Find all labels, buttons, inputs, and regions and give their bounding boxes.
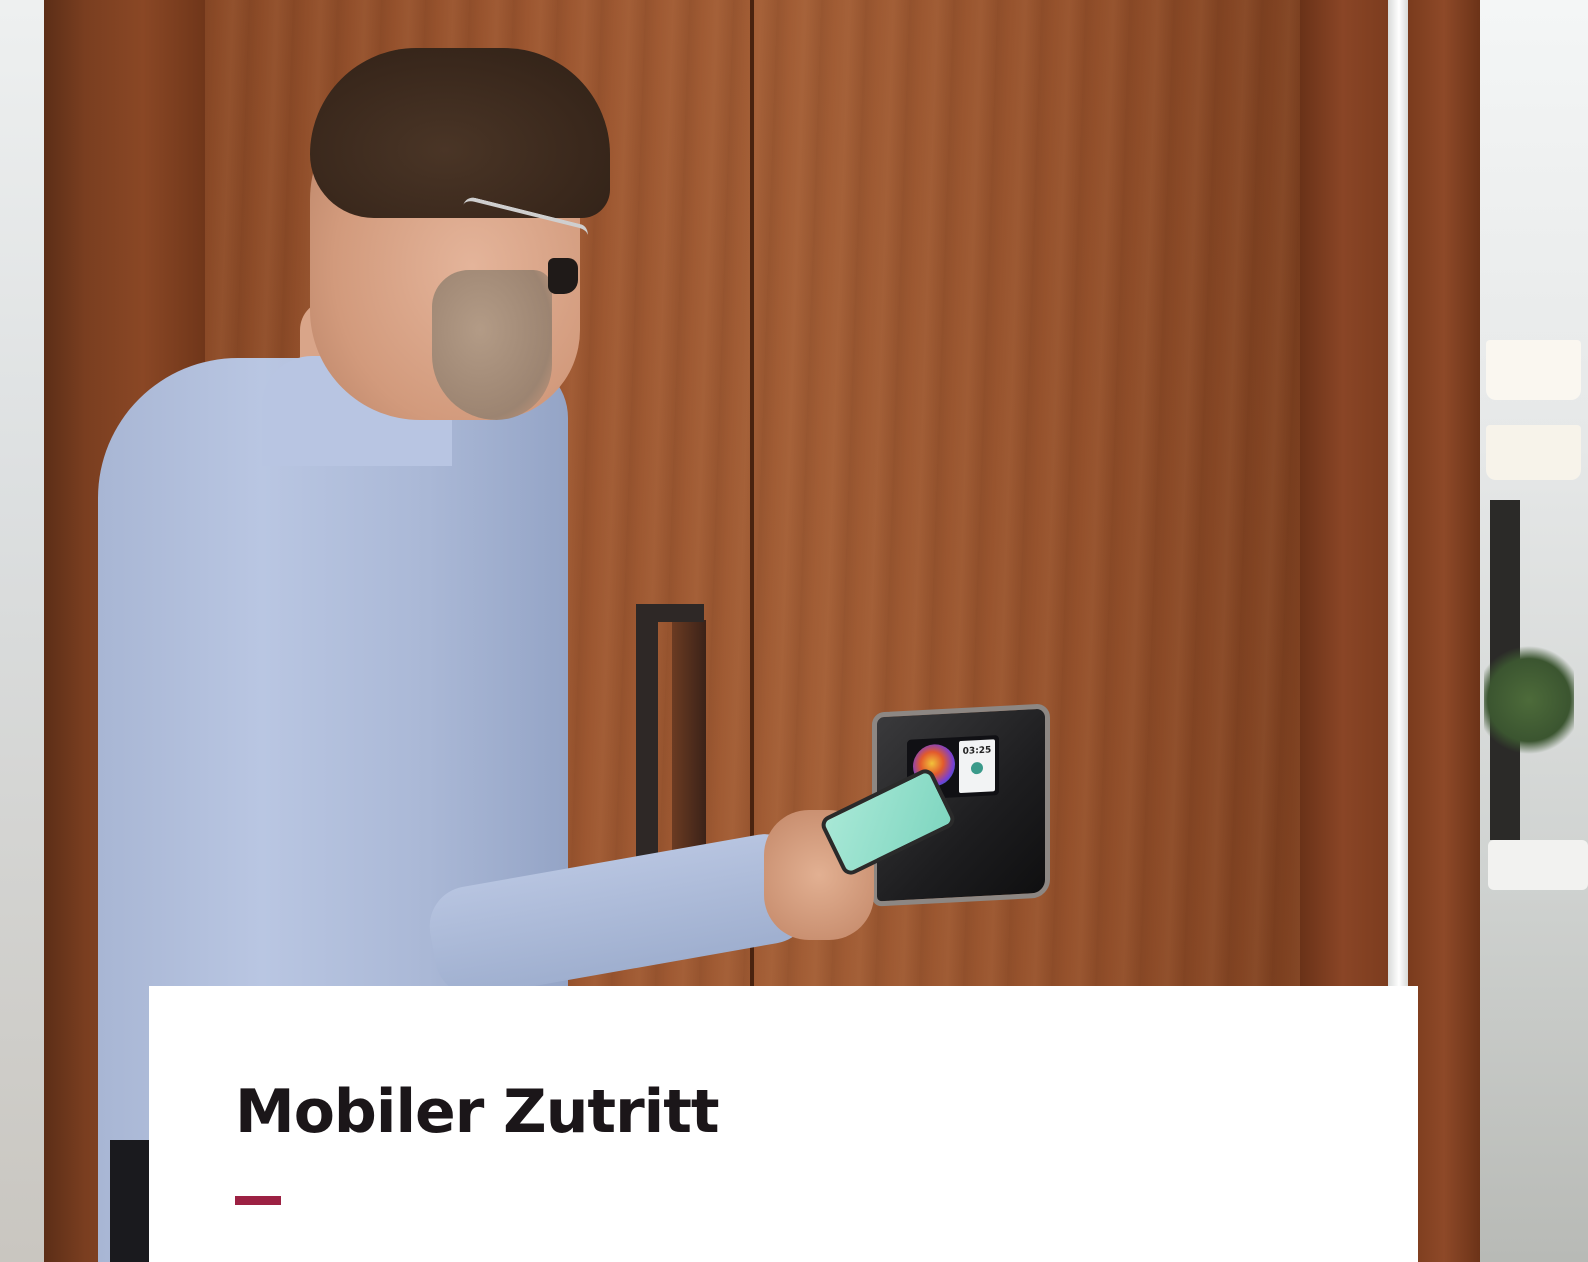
background-office-right [1478,0,1588,1262]
pendant-lamp-lower [1486,425,1581,480]
hero-photo: 03:25 Mobiler Zutritt [0,0,1588,1262]
caption-card: Mobiler Zutritt [149,986,1418,1262]
glasses-lens [548,258,578,294]
door-frame-far-right [1408,0,1480,1262]
reader-status-panel: 03:25 [959,739,995,794]
accent-bar [235,1196,281,1205]
call-icon [971,761,983,775]
background-table [1488,840,1588,890]
person-beard [432,270,552,420]
pendant-lamp [1486,340,1581,400]
background-plant [1484,640,1574,760]
person-hair [310,48,610,218]
caption-title: Mobiler Zutritt [235,1077,720,1147]
reader-time: 03:25 [962,745,992,757]
